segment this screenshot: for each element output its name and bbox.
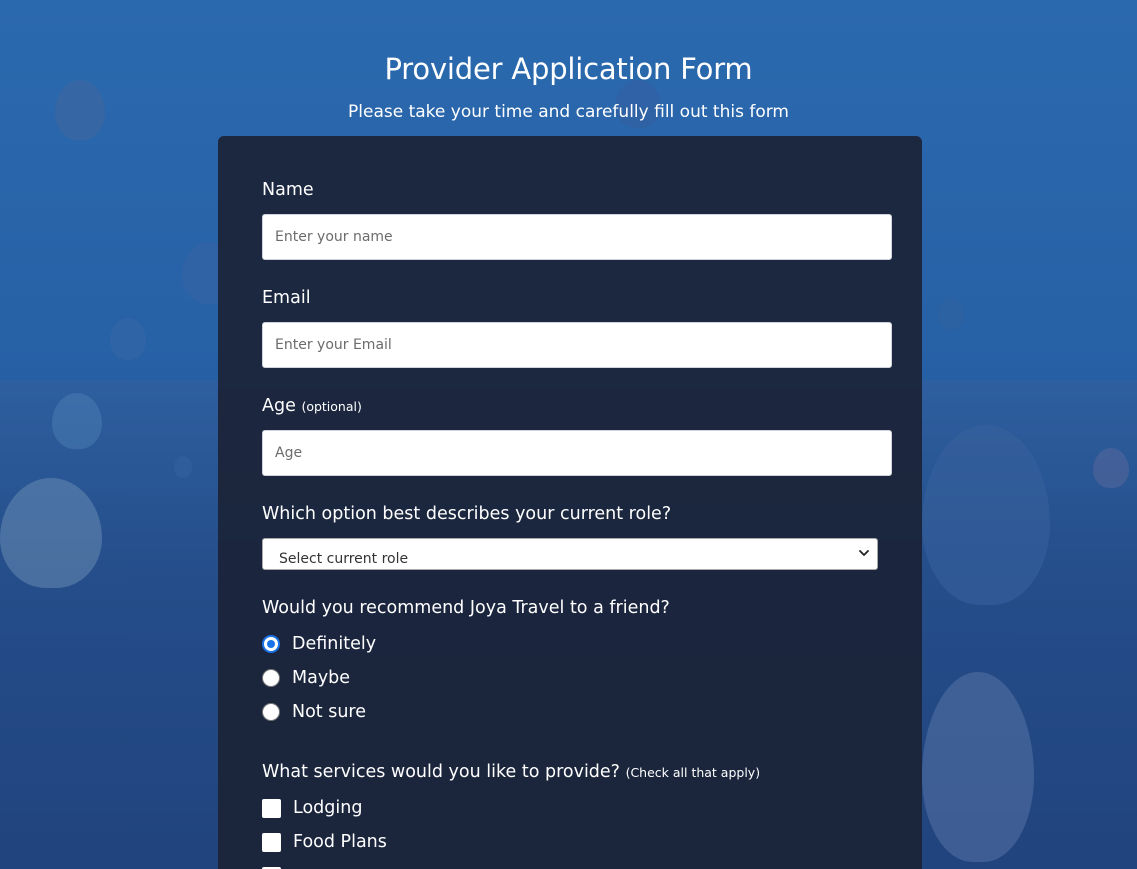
chevron-down-icon <box>859 550 869 556</box>
recommend-label: Would you recommend Joya Travel to a fri… <box>262 598 670 618</box>
checkbox-option-lodging[interactable]: Lodging <box>262 796 362 820</box>
checkbox-label: Lodging <box>293 798 363 818</box>
radio-button[interactable] <box>262 703 280 721</box>
email-label: Email <box>262 288 311 308</box>
role-select[interactable]: Select current role <box>262 538 878 570</box>
checkbox-label: Food Plans <box>293 832 387 852</box>
page-subtitle: Please take your time and carefully fill… <box>348 102 789 122</box>
checkbox[interactable] <box>262 798 281 818</box>
radio-option-not-sure[interactable]: Not sure <box>262 700 366 724</box>
radio-label: Not sure <box>292 702 367 722</box>
checkbox-option-partial[interactable] <box>262 864 281 869</box>
email-input[interactable] <box>262 322 892 368</box>
services-label: What services would you like to provide? <box>262 762 620 782</box>
age-label-row: Age (optional) <box>262 396 362 416</box>
radio-option-maybe[interactable]: Maybe <box>262 666 350 690</box>
role-label: Which option best describes your current… <box>262 504 672 524</box>
radio-option-definitely[interactable]: Definitely <box>262 632 376 656</box>
radio-label: Maybe <box>292 668 351 688</box>
name-label: Name <box>262 180 314 200</box>
radio-button[interactable] <box>262 669 280 687</box>
services-label-row: What services would you like to provide?… <box>262 762 760 782</box>
radio-button[interactable] <box>262 635 280 653</box>
age-label: Age <box>262 396 296 416</box>
checkbox-option-food-plans[interactable]: Food Plans <box>262 830 387 854</box>
services-hint: (Check all that apply) <box>625 765 761 780</box>
page-title: Provider Application Form <box>384 52 753 86</box>
age-optional-hint: (optional) <box>301 399 362 414</box>
radio-label: Definitely <box>292 634 377 654</box>
age-input[interactable] <box>262 430 892 476</box>
name-input[interactable] <box>262 214 892 260</box>
role-select-value: Select current role <box>279 551 409 567</box>
checkbox[interactable] <box>262 832 281 852</box>
application-form: Name Email Age (optional) Which option b… <box>218 136 922 869</box>
